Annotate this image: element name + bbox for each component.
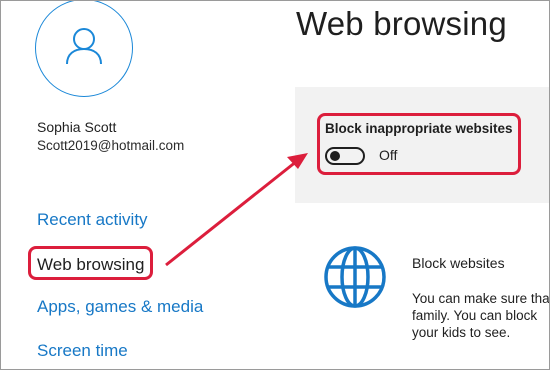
block-websites-desc-line: your kids to see. xyxy=(412,325,511,340)
user-avatar-icon xyxy=(66,28,102,65)
highlight-box-web-browsing xyxy=(28,246,153,280)
user-email: Scott2019@hotmail.com xyxy=(37,138,185,153)
globe-icon xyxy=(324,246,386,308)
avatar[interactable] xyxy=(35,1,133,97)
left-pane: Sophia Scott Scott2019@hotmail.com Recen… xyxy=(1,1,293,369)
block-websites-desc-line: You can make sure tha xyxy=(412,291,550,306)
highlight-box-block-inappropriate xyxy=(317,113,521,175)
block-websites-desc-line: family. You can block xyxy=(412,308,538,323)
block-websites-title: Block websites xyxy=(412,255,505,271)
nav-screen-time[interactable]: Screen time xyxy=(37,341,128,361)
app-window: Sophia Scott Scott2019@hotmail.com Recen… xyxy=(0,0,550,370)
user-name: Sophia Scott xyxy=(37,119,117,135)
nav-apps-games-media[interactable]: Apps, games & media xyxy=(37,297,203,317)
page-title: Web browsing xyxy=(296,5,507,42)
nav-recent-activity[interactable]: Recent activity xyxy=(37,210,148,230)
